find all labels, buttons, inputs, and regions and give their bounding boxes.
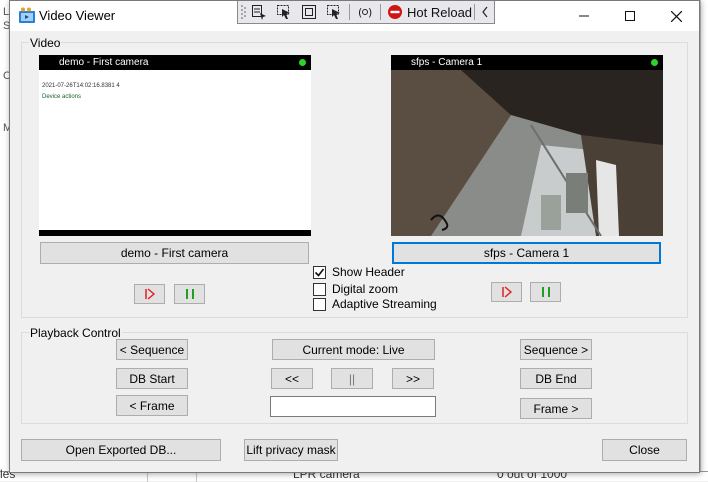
close-icon xyxy=(670,10,682,22)
svg-text:): ) xyxy=(368,6,372,19)
checkbox-box[interactable] xyxy=(313,282,326,296)
hot-reload-toolbar: ( ) Hot Reload xyxy=(237,1,495,24)
playback-time-field[interactable] xyxy=(270,396,436,417)
previous-frame-button[interactable]: < Frame xyxy=(116,395,188,416)
pause-playback-button[interactable]: || xyxy=(331,368,373,389)
playback-control-title: Playback Control xyxy=(29,326,122,340)
connection-status-dot xyxy=(651,59,658,66)
track-focus-icon xyxy=(327,5,340,19)
device-actions-link[interactable]: Device actions xyxy=(42,94,81,100)
adaptive-streaming-checkbox[interactable]: Adaptive Streaming xyxy=(313,297,437,311)
camera-header-name: sfps - Camera 1 xyxy=(411,57,483,68)
video-group-title: Video xyxy=(29,36,62,50)
play-icon xyxy=(144,288,155,300)
minimize-icon xyxy=(579,15,589,17)
camera-timestamp: 2021-07-26T14:02:16.8381 4 xyxy=(42,83,120,89)
svg-text:(: ( xyxy=(358,6,362,19)
hot-reload-status-button[interactable] xyxy=(385,3,405,21)
background-window-right xyxy=(700,0,708,481)
checkbox-box[interactable] xyxy=(313,265,326,279)
live-visual-tree-icon xyxy=(252,5,266,20)
select-camera-right-button[interactable]: sfps - Camera 1 xyxy=(392,242,661,264)
db-end-button[interactable]: DB End xyxy=(520,368,592,389)
next-frame-button[interactable]: Frame > xyxy=(520,398,592,419)
toolbar-separator xyxy=(474,4,475,20)
lift-privacy-mask-button[interactable]: Lift privacy mask xyxy=(244,439,338,461)
camera-footer-bar xyxy=(39,230,311,236)
binding-failures-button[interactable]: ( ) xyxy=(355,3,375,21)
checkbox-label: Show Header xyxy=(332,265,405,279)
camera-header: demo - First camera xyxy=(39,55,311,70)
video-viewer-icon xyxy=(19,7,35,23)
play-icon xyxy=(501,286,512,298)
pause-icon xyxy=(541,287,550,297)
previous-sequence-button[interactable]: < Sequence xyxy=(116,339,188,360)
maximize-button[interactable] xyxy=(607,1,653,31)
play-right-button[interactable] xyxy=(491,282,522,302)
collapse-toolbar-button[interactable] xyxy=(477,3,493,21)
display-layout-adorners-button[interactable] xyxy=(299,3,319,21)
step-back-button[interactable]: << xyxy=(271,368,313,389)
chevron-left-icon xyxy=(482,6,488,18)
video-viewer-dialog: Video Viewer () Hot Reload Video demo -… xyxy=(9,0,700,473)
minimize-button[interactable] xyxy=(561,1,607,31)
camera-header: sfps - Camera 1 xyxy=(391,55,663,70)
layout-adorner-icon xyxy=(302,5,316,19)
show-header-checkbox[interactable]: Show Header xyxy=(313,265,405,279)
digital-zoom-checkbox[interactable]: Digital zoom xyxy=(313,282,398,296)
camera-view-right[interactable]: sfps - Camera 1 xyxy=(391,55,663,236)
connection-status-dot xyxy=(299,59,306,66)
select-camera-left-button[interactable]: demo - First camera xyxy=(40,242,309,264)
camera-feed-image xyxy=(391,70,663,236)
close-window-button[interactable] xyxy=(653,1,699,31)
db-start-button[interactable]: DB Start xyxy=(116,368,188,389)
open-exported-db-button[interactable]: Open Exported DB... xyxy=(21,439,221,461)
hot-reload-label[interactable]: Hot Reload xyxy=(407,5,472,20)
toolbar-separator xyxy=(349,4,350,20)
pause-left-button[interactable] xyxy=(174,284,205,304)
no-entry-icon xyxy=(388,5,402,19)
maximize-icon xyxy=(625,11,635,21)
checkbox-label: Digital zoom xyxy=(332,282,399,296)
checkmark-icon xyxy=(314,268,325,277)
camera-header-name: demo - First camera xyxy=(59,57,149,68)
checkbox-label: Adaptive Streaming xyxy=(332,297,437,311)
select-element-button[interactable] xyxy=(274,3,294,21)
current-mode-button[interactable]: Current mode: Live xyxy=(272,339,435,360)
checkbox-box[interactable] xyxy=(313,297,326,311)
binding-failures-icon: ( ) xyxy=(358,6,372,19)
pause-right-button[interactable] xyxy=(530,282,561,302)
play-left-button[interactable] xyxy=(134,284,165,304)
track-focused-element-button[interactable] xyxy=(324,3,344,21)
select-element-icon xyxy=(277,5,290,19)
step-forward-button[interactable]: >> xyxy=(392,368,434,389)
next-sequence-button[interactable]: Sequence > xyxy=(520,339,592,360)
grip-icon[interactable] xyxy=(241,4,246,20)
close-button[interactable]: Close xyxy=(602,439,687,461)
pause-icon xyxy=(185,289,194,299)
toolbar-separator xyxy=(380,4,381,20)
camera-view-left[interactable]: demo - First camera 2021-07-26T14:02:16.… xyxy=(39,55,311,236)
dialog-title: Video Viewer xyxy=(39,8,116,23)
go-to-live-visual-tree-button[interactable] xyxy=(249,3,269,21)
